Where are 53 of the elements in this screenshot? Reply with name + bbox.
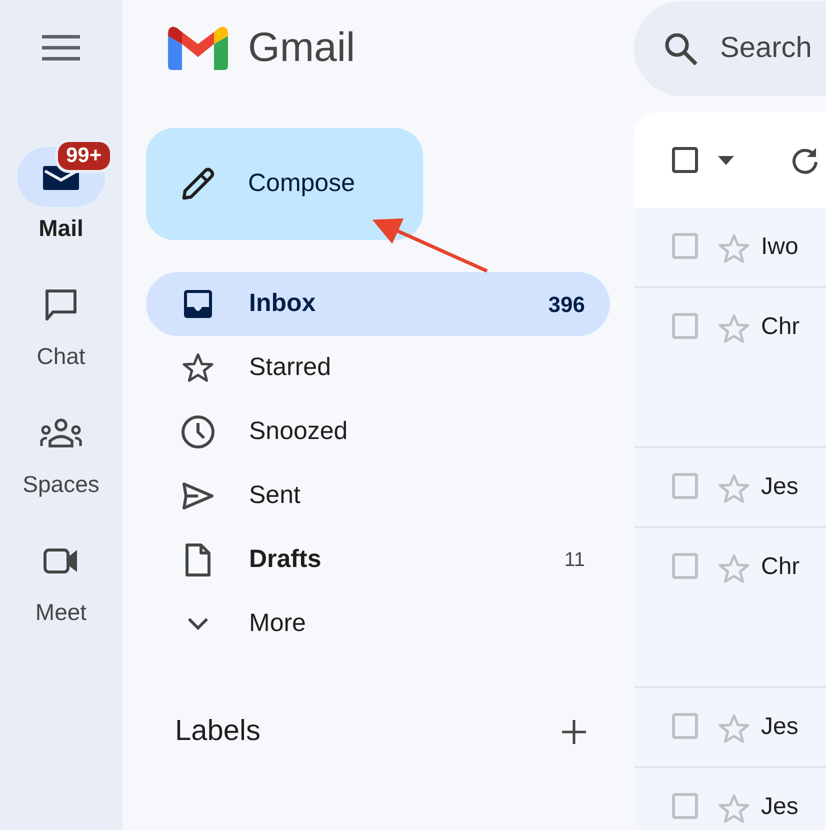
sender-name: Jes: [761, 473, 798, 501]
sender-name: Jes: [761, 713, 798, 741]
inbox-icon: [183, 289, 213, 319]
rail-item[interactable]: Chat: [6, 265, 116, 374]
product-name: Gmail: [248, 23, 356, 72]
video-camera-icon: [43, 547, 79, 575]
sender-name: Chr: [761, 313, 800, 341]
plus-icon: [562, 720, 586, 744]
row-checkbox[interactable]: [672, 553, 698, 579]
sender-name: Chr: [761, 553, 800, 581]
sender-name: Iwo: [761, 233, 798, 261]
sender-name: Jes: [761, 793, 798, 821]
people-icon: [40, 418, 82, 448]
unread-count: 11: [564, 548, 585, 573]
chevron-down-icon: [187, 617, 209, 631]
rail-item[interactable]: 99+ Mail: [6, 137, 116, 246]
pencil-icon: [180, 166, 216, 202]
search-icon: [664, 32, 698, 66]
row-checkbox[interactable]: [672, 473, 698, 499]
rail-item[interactable]: Spaces: [6, 393, 116, 502]
search-input[interactable]: Search: [718, 26, 826, 72]
star-toggle[interactable]: [718, 473, 750, 505]
send-icon: [182, 482, 214, 510]
row-checkbox[interactable]: [672, 713, 698, 739]
clock-icon: [181, 415, 215, 449]
row-checkbox[interactable]: [672, 313, 698, 339]
folder-item[interactable]: More: [146, 592, 610, 656]
star-toggle[interactable]: [718, 313, 750, 345]
star-toggle[interactable]: [718, 713, 750, 745]
folder-item[interactable]: Snoozed: [146, 400, 610, 464]
star-toggle[interactable]: [718, 793, 750, 825]
unread-count: 396: [548, 290, 585, 318]
compose-button[interactable]: Compose: [146, 128, 423, 240]
rail-item[interactable]: Meet: [6, 521, 116, 630]
row-checkbox[interactable]: [672, 233, 698, 259]
folder-item[interactable]: Inbox 396: [146, 272, 610, 336]
add-label-button[interactable]: [560, 718, 588, 746]
star-toggle[interactable]: [718, 553, 750, 585]
row-checkbox[interactable]: [672, 793, 698, 819]
section-heading: Labels: [175, 714, 260, 750]
document-icon: [185, 543, 211, 577]
chat-bubble-icon: [44, 288, 78, 322]
folder-item[interactable]: Sent: [146, 464, 610, 528]
star-toggle[interactable]: [718, 233, 750, 265]
star-icon: [182, 352, 214, 384]
menu-icon: [42, 35, 80, 61]
select-all-checkbox[interactable]: [672, 147, 698, 173]
gmail-logo-icon: [168, 26, 228, 70]
folder-item[interactable]: Starred: [146, 336, 610, 400]
refresh-icon: [791, 146, 819, 174]
notification-badge: 99+: [55, 139, 113, 173]
folder-item[interactable]: Drafts 11: [146, 528, 610, 592]
caret-icon: [718, 156, 734, 164]
